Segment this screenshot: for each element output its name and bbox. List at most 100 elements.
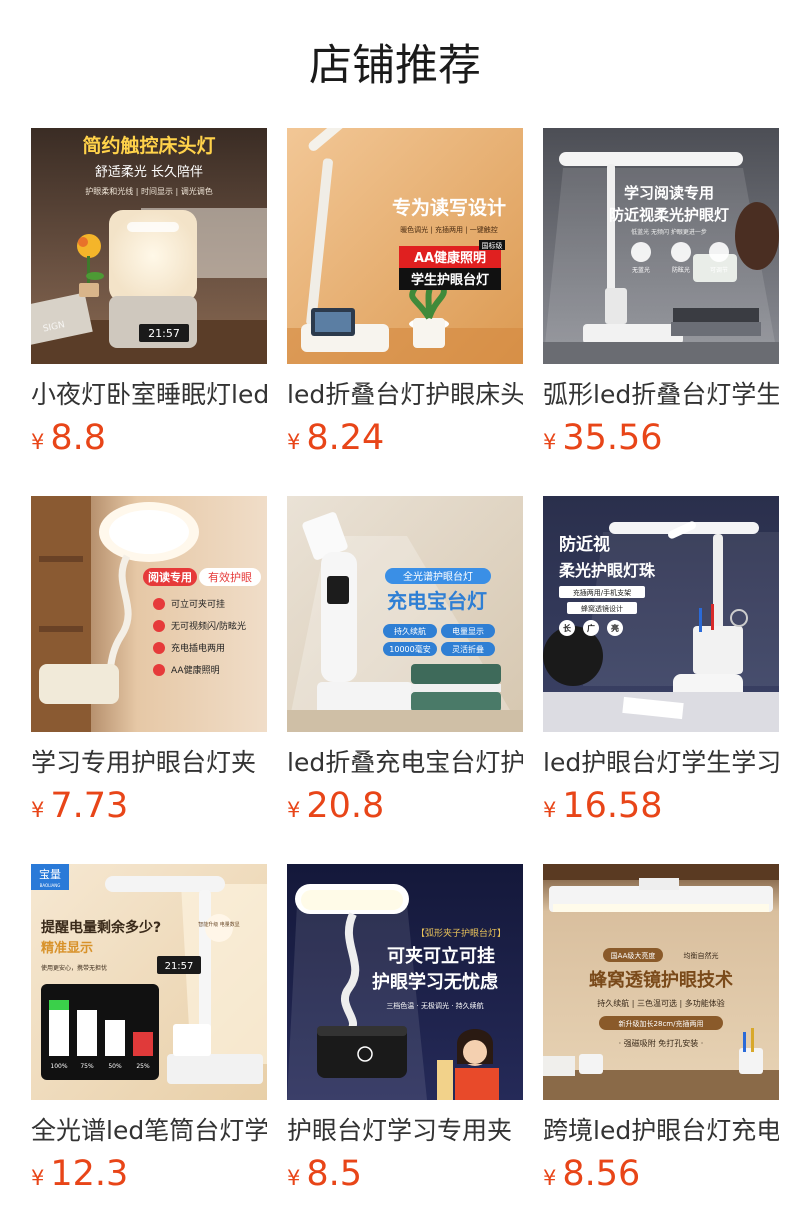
product-card[interactable]: 专为读写设计 暖色调光 | 充插两用 | 一键触控 AA健康照明 学生护眼台灯 … xyxy=(287,128,523,496)
product-name[interactable]: led折叠台灯护眼床头 xyxy=(287,378,523,412)
overlay-text: 21:57 xyxy=(148,327,180,340)
overlay-text: AA健康照明 xyxy=(414,250,486,266)
overlay-text: 蜂窝透镜设计 xyxy=(581,604,623,613)
overlay-text: 阅读专用 xyxy=(148,570,192,584)
price-amount: 20.8 xyxy=(306,786,385,826)
currency-symbol: ¥ xyxy=(287,1166,301,1190)
product-price: ¥8.56 xyxy=(543,1154,779,1194)
product-price: ¥12.3 xyxy=(31,1154,267,1194)
page-title: 店铺推荐 xyxy=(309,41,481,91)
overlay-text: 电量显示 xyxy=(452,626,484,636)
product-card[interactable]: 21:57 SIGN 简约触控床头灯 舒适柔光 长久陪伴 护眼柔和光线 | 时间… xyxy=(31,128,267,496)
product-price: ¥8.8 xyxy=(31,418,267,458)
product-price: ¥16.58 xyxy=(543,786,779,826)
overlay-text: 充电宝台灯 xyxy=(387,589,487,613)
overlay-text: 全光谱护眼台灯 xyxy=(403,570,473,583)
overlay-text: AA健康照明 xyxy=(171,664,220,676)
overlay-text: 护眼柔和光线 | 时间显示 | 调光调色 xyxy=(85,186,213,196)
product-card[interactable]: 防近视 柔光护眼灯珠 充插两用/手机支架 蜂窝透镜设计 长 广 亮 led护眼台… xyxy=(543,496,779,864)
currency-symbol: ¥ xyxy=(31,798,45,822)
overlay-text: 智能升级 电量数显 xyxy=(198,921,240,928)
overlay-text: 持久续航 | 三色温可选 | 多功能体验 xyxy=(597,998,725,1008)
product-card[interactable]: 【弧形夹子护眼台灯】 可夹可立可挂 护眼学习无忧虑 三档色温 · 无极调光 · … xyxy=(287,864,523,1232)
overlay-text: 均衡自然光 xyxy=(684,951,719,960)
overlay-text: 国标级 xyxy=(482,241,503,250)
overlay-text: 持久续航 xyxy=(394,626,426,636)
overlay-text: 专为读写设计 xyxy=(392,196,506,219)
price-amount: 8.8 xyxy=(50,418,107,458)
product-price: ¥8.5 xyxy=(287,1154,523,1194)
price-amount: 8.5 xyxy=(306,1154,363,1194)
overlay-text: 长 xyxy=(563,623,572,633)
overlay-text: 宝量 xyxy=(39,867,61,881)
overlay-text: 无可视频闪/防眩光 xyxy=(171,620,246,632)
currency-symbol: ¥ xyxy=(31,1166,45,1190)
overlay-text: 提醒电量剩余多少? xyxy=(41,919,161,936)
overlay-text: 充电插电两用 xyxy=(171,642,225,654)
overlay-text: 50% xyxy=(108,1063,122,1070)
overlay-text: 广 xyxy=(587,623,595,633)
currency-symbol: ¥ xyxy=(543,430,557,454)
product-price: ¥7.73 xyxy=(31,786,267,826)
price-amount: 12.3 xyxy=(50,1154,129,1194)
overlay-text: 蜂窝透镜护眼技术 xyxy=(589,969,733,991)
product-name[interactable]: 跨境led护眼台灯充电 xyxy=(543,1114,779,1148)
product-image: 学习阅读专用 防近视柔光护眼灯 低蓝光 无频闪 护眼更进一步 无蓝光 防眩光 可… xyxy=(543,128,779,364)
overlay-text: 防近视柔光护眼灯 xyxy=(609,206,729,224)
overlay-text: 柔光护眼灯珠 xyxy=(558,561,656,580)
price-amount: 8.56 xyxy=(562,1154,641,1194)
overlay-text: 可立可夹可挂 xyxy=(171,598,225,610)
product-name[interactable]: 全光谱led笔筒台灯学 xyxy=(31,1114,267,1148)
product-image: 【弧形夹子护眼台灯】 可夹可立可挂 护眼学习无忧虑 三档色温 · 无极调光 · … xyxy=(287,864,523,1100)
product-card[interactable]: 阅读专用 有效护眼 可立可夹可挂 无可视频闪/防眩光 充电插电两用 AA健康照明 xyxy=(31,496,267,864)
overlay-text: 25% xyxy=(136,1063,150,1070)
overlay-text: 【弧形夹子护眼台灯】 xyxy=(416,927,506,939)
overlay-text: 无蓝光 xyxy=(632,266,650,274)
overlay-text: 暖色调光 | 充插两用 | 一键触控 xyxy=(400,225,498,234)
overlay-text: 国AA级大亮度 xyxy=(611,951,656,960)
overlay-text: 100% xyxy=(50,1063,67,1070)
currency-symbol: ¥ xyxy=(543,798,557,822)
overlay-text: BAOLIANG xyxy=(40,883,61,888)
overlay-text: 21:57 xyxy=(165,961,194,972)
overlay-text: 学习阅读专用 xyxy=(624,184,714,202)
overlay-text: 防近视 xyxy=(559,534,610,555)
product-image: 21:57 SIGN 简约触控床头灯 舒适柔光 长久陪伴 护眼柔和光线 | 时间… xyxy=(31,128,267,364)
product-image: 国AA级大亮度 均衡自然光 蜂窝透镜护眼技术 持久续航 | 三色温可选 | 多功… xyxy=(543,864,779,1100)
overlay-text: 学生护眼台灯 xyxy=(411,272,489,288)
overlay-text: · 强磁吸附 免打孔安装 · xyxy=(619,1038,704,1048)
product-price: ¥8.24 xyxy=(287,418,523,458)
product-image: 专为读写设计 暖色调光 | 充插两用 | 一键触控 AA健康照明 学生护眼台灯 … xyxy=(287,128,523,364)
product-image: 阅读专用 有效护眼 可立可夹可挂 无可视频闪/防眩光 充电插电两用 AA健康照明 xyxy=(31,496,267,732)
product-name[interactable]: 护眼台灯学习专用夹 xyxy=(287,1114,523,1148)
product-card[interactable]: 国AA级大亮度 均衡自然光 蜂窝透镜护眼技术 持久续航 | 三色温可选 | 多功… xyxy=(543,864,779,1232)
overlay-text: 精准显示 xyxy=(41,940,93,956)
product-card[interactable]: 宝量 BAOLIANG 提醒电量剩余多少? 精准显示 使用更安心，携带无担忧 2… xyxy=(31,864,267,1232)
product-name[interactable]: 学习专用护眼台灯夹 xyxy=(31,746,267,780)
product-name[interactable]: 小夜灯卧室睡眠灯led xyxy=(31,378,267,412)
overlay-text: 低蓝光 无频闪 护眼更进一步 xyxy=(631,228,707,236)
overlay-text: 有效护眼 xyxy=(208,570,252,584)
price-amount: 35.56 xyxy=(562,418,663,458)
overlay-text: 灵活折叠 xyxy=(452,644,484,654)
product-image: 全光谱护眼台灯 充电宝台灯 持久续航 电量显示 10000毫安 灵活折叠 xyxy=(287,496,523,732)
product-price: ¥20.8 xyxy=(287,786,523,826)
price-amount: 8.24 xyxy=(306,418,385,458)
overlay-text: 护眼学习无忧虑 xyxy=(372,971,498,993)
product-card[interactable]: 学习阅读专用 防近视柔光护眼灯 低蓝光 无频闪 护眼更进一步 无蓝光 防眩光 可… xyxy=(543,128,779,496)
currency-symbol: ¥ xyxy=(287,430,301,454)
currency-symbol: ¥ xyxy=(287,798,301,822)
overlay-text: 简约触控床头灯 xyxy=(82,134,215,157)
store-recommendations-page: 店铺推荐 21:57 SIGN 简约触控床头灯 舒适柔光 长久陪伴 护眼柔和光线… xyxy=(0,0,790,1232)
overlay-text: 亮 xyxy=(611,623,619,633)
product-image: 宝量 BAOLIANG 提醒电量剩余多少? 精准显示 使用更安心，携带无担忧 2… xyxy=(31,864,267,1100)
currency-symbol: ¥ xyxy=(543,1166,557,1190)
overlay-text: 使用更安心，携带无担忧 xyxy=(41,964,107,972)
overlay-text: 新升级加长28cm/充插两用 xyxy=(619,1019,704,1028)
price-amount: 7.73 xyxy=(50,786,129,826)
product-name[interactable]: led折叠充电宝台灯护 xyxy=(287,746,523,780)
product-card[interactable]: 全光谱护眼台灯 充电宝台灯 持久续航 电量显示 10000毫安 灵活折叠 led… xyxy=(287,496,523,864)
product-name[interactable]: 弧形led折叠台灯学生 xyxy=(543,378,779,412)
product-name[interactable]: led护眼台灯学生学习 xyxy=(543,746,779,780)
overlay-text: 75% xyxy=(80,1063,94,1070)
